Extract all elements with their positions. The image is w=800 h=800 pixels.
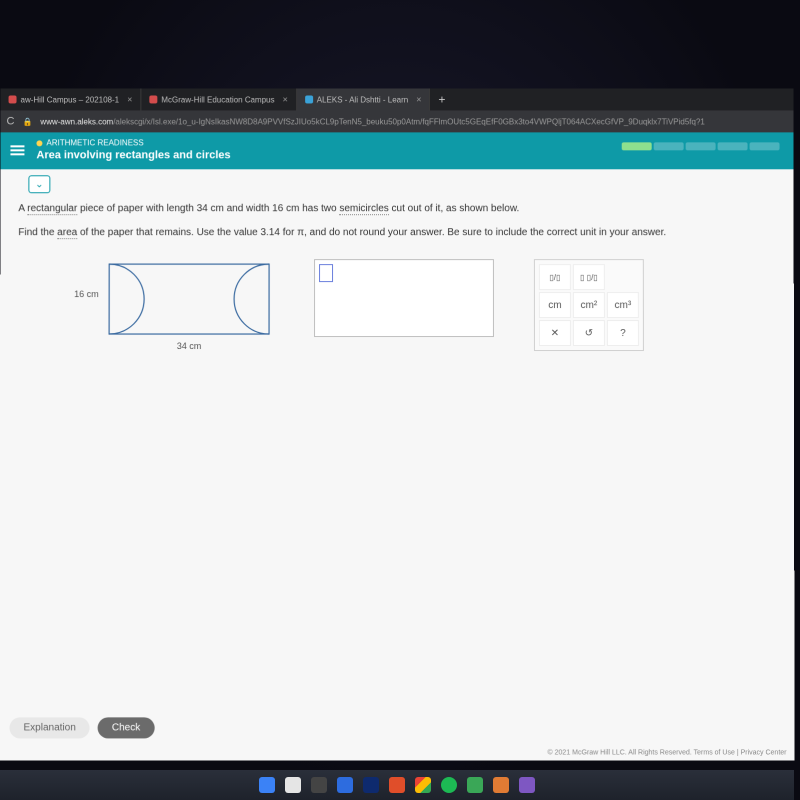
favicon: [149, 95, 157, 103]
favicon: [9, 95, 17, 103]
close-icon[interactable]: ×: [283, 94, 288, 104]
question-text: A rectangular piece of paper with length…: [0, 193, 793, 241]
tab-campus[interactable]: aw-Hill Campus – 202108-1 ×: [1, 89, 142, 111]
taskview-icon[interactable]: [311, 777, 327, 793]
topic-title: Area involving rectangles and circles: [36, 149, 230, 161]
search-icon[interactable]: [285, 777, 301, 793]
chrome-icon[interactable]: [415, 777, 431, 793]
widgets-icon[interactable]: [337, 777, 353, 793]
url-text[interactable]: www-awn.aleks.com/alekscgi/x/Isl.exe/1o_…: [40, 117, 704, 126]
tab-label: McGraw-Hill Education Campus: [161, 95, 274, 104]
address-bar: C 🔒 www-awn.aleks.com/alekscgi/x/Isl.exe…: [1, 110, 794, 132]
lock-icon: 🔒: [22, 117, 32, 126]
module-label: ARITHMETIC READINESS: [36, 138, 230, 147]
close-icon[interactable]: ×: [416, 94, 421, 104]
copyright-text: © 2021 McGraw Hill LLC. All Rights Reser…: [547, 749, 786, 756]
unit-cm-button[interactable]: cm: [539, 292, 571, 318]
help-button[interactable]: ?: [607, 320, 639, 346]
work-area: 16 cm 34 cm ▯/▯ ▯ ▯/▯: [0, 241, 794, 351]
page-content: ARITHMETIC READINESS Area involving rect…: [0, 132, 795, 760]
start-icon[interactable]: [259, 777, 275, 793]
action-bar: Explanation Check: [9, 717, 154, 738]
answer-input-box[interactable]: [314, 259, 494, 337]
clear-button[interactable]: ✕: [539, 320, 571, 346]
app-icon[interactable]: [363, 777, 379, 793]
menu-icon[interactable]: [10, 145, 24, 155]
tab-label: aw-Hill Campus – 202108-1: [21, 95, 120, 104]
length-label: 34 cm: [104, 341, 274, 351]
tab-mcgraw[interactable]: McGraw-Hill Education Campus ×: [141, 89, 296, 111]
answer-cursor[interactable]: [319, 264, 333, 282]
undo-button[interactable]: ↺: [573, 320, 605, 346]
check-button[interactable]: Check: [98, 717, 154, 738]
tab-aleks[interactable]: ALEKS - Ali Dshtti - Learn ×: [297, 89, 431, 111]
rectangle-diagram: [104, 259, 274, 339]
mixed-number-button[interactable]: ▯ ▯/▯: [573, 264, 605, 290]
spotify-icon[interactable]: [441, 777, 457, 793]
close-icon[interactable]: ×: [127, 94, 132, 104]
laptop-screen: aw-Hill Campus – 202108-1 × McGraw-Hill …: [0, 89, 795, 761]
tab-label: ALEKS - Ali Dshtti - Learn: [317, 95, 408, 104]
problem-figure: 16 cm 34 cm: [104, 259, 274, 351]
fraction-button[interactable]: ▯/▯: [539, 264, 571, 290]
browser-tab-strip: aw-Hill Campus – 202108-1 × McGraw-Hill …: [1, 89, 794, 111]
windows-taskbar: [0, 770, 794, 800]
height-label: 16 cm: [74, 289, 99, 299]
unit-cm2-button[interactable]: cm²: [573, 292, 605, 318]
tool-panel: ▯/▯ ▯ ▯/▯ cm cm² cm³ ✕ ↺ ?: [534, 259, 644, 351]
explanation-button[interactable]: Explanation: [9, 717, 89, 738]
new-tab-button[interactable]: +: [430, 92, 453, 106]
app-icon[interactable]: [519, 777, 535, 793]
app-icon[interactable]: [389, 777, 405, 793]
aleks-header: ARITHMETIC READINESS Area involving rect…: [0, 132, 793, 169]
collapse-button[interactable]: ⌄: [28, 175, 50, 193]
progress-indicator: [622, 142, 780, 150]
unit-cm3-button[interactable]: cm³: [607, 292, 639, 318]
reload-icon[interactable]: C: [7, 115, 15, 127]
favicon: [305, 95, 313, 103]
xbox-icon[interactable]: [467, 777, 483, 793]
app-icon[interactable]: [493, 777, 509, 793]
module-dot-icon: [36, 140, 42, 146]
